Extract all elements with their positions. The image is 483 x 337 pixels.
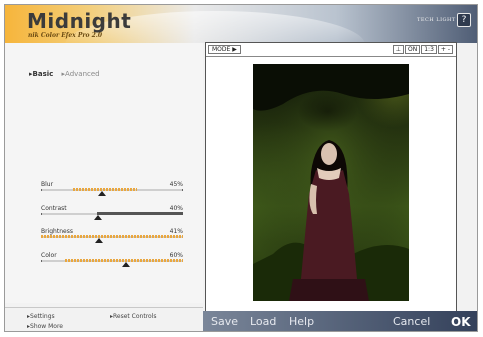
slider-thumb[interactable] bbox=[98, 191, 106, 196]
slider-label: Blur bbox=[41, 181, 54, 188]
slider-fill bbox=[41, 235, 183, 238]
help-icon-button[interactable]: ? bbox=[457, 13, 471, 27]
control-tabs: Basic Advanced bbox=[29, 70, 106, 78]
slider-value: 40% bbox=[169, 205, 183, 212]
brand-logo: TECH LIGHT bbox=[417, 17, 456, 23]
slider-contrast[interactable]: Contrast 40% bbox=[41, 205, 183, 225]
preview-pane: MODE ▶ ⊥ ON 1:3 + - bbox=[205, 42, 457, 312]
slider-color[interactable]: Color 60% bbox=[41, 252, 183, 272]
panel-footer: Settings Reset Controls Show More bbox=[5, 307, 203, 331]
show-more-link[interactable]: Show More bbox=[27, 323, 63, 330]
slider-label: Contrast bbox=[41, 205, 67, 212]
slider-fill bbox=[97, 212, 183, 215]
slider-value: 45% bbox=[169, 181, 183, 188]
slider-thumb[interactable] bbox=[94, 215, 102, 220]
view-controls: ⊥ ON 1:3 + - bbox=[392, 45, 453, 54]
mode-button[interactable]: MODE ▶ bbox=[208, 45, 241, 54]
slider-brightness[interactable]: Brightness 41% bbox=[41, 228, 183, 248]
preview-on-button[interactable]: ON bbox=[405, 45, 421, 54]
mode-label: MODE bbox=[212, 46, 231, 53]
filter-title: Midnight bbox=[27, 9, 132, 33]
zoom-buttons[interactable]: + - bbox=[437, 45, 453, 54]
preview-divider bbox=[206, 56, 456, 57]
help-button[interactable]: Help bbox=[289, 315, 314, 328]
slider-label: Brightness bbox=[41, 228, 73, 235]
slider-value: 60% bbox=[169, 252, 183, 259]
ok-button[interactable]: OK bbox=[451, 315, 471, 329]
save-button[interactable]: Save bbox=[211, 315, 238, 328]
woman-in-forest-photo bbox=[253, 64, 409, 301]
action-bar: Save Load Help Cancel OK bbox=[203, 311, 477, 331]
settings-link[interactable]: Settings bbox=[27, 313, 55, 320]
slider-value: 41% bbox=[169, 228, 183, 235]
tab-advanced[interactable]: Advanced bbox=[62, 70, 100, 78]
load-button[interactable]: Load bbox=[250, 315, 276, 328]
slider-blur[interactable]: Blur 45% bbox=[41, 181, 183, 201]
cancel-button[interactable]: Cancel bbox=[393, 315, 430, 328]
split-toggle-button[interactable]: ⊥ bbox=[392, 45, 405, 54]
slider-label: Color bbox=[41, 252, 57, 259]
slider-thumb[interactable] bbox=[122, 262, 130, 267]
reset-controls-link[interactable]: Reset Controls bbox=[110, 313, 156, 320]
controls-panel: Basic Advanced Blur 45% Contrast 40% Bri… bbox=[5, 43, 203, 303]
slider-thumb[interactable] bbox=[95, 238, 103, 243]
zoom-level[interactable]: 1:3 bbox=[421, 45, 437, 54]
play-icon: ▶ bbox=[232, 46, 237, 53]
preview-image bbox=[253, 64, 409, 301]
header-bar: Midnight nik Color Efex Pro 2.0 TECH LIG… bbox=[5, 5, 477, 45]
filter-window: Midnight nik Color Efex Pro 2.0 TECH LIG… bbox=[4, 4, 478, 332]
product-subtitle: nik Color Efex Pro 2.0 bbox=[28, 32, 103, 39]
tab-basic[interactable]: Basic bbox=[29, 70, 54, 78]
